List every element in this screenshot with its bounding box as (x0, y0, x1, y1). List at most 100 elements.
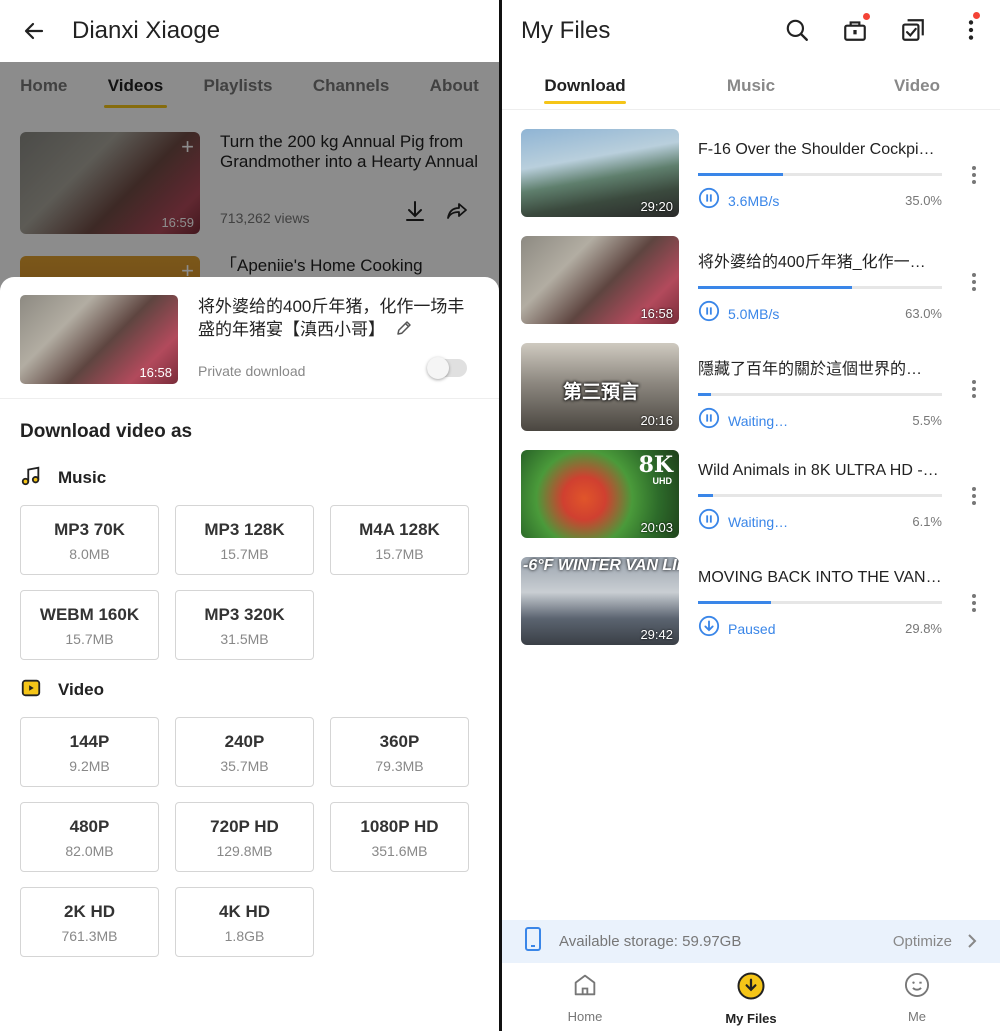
format-option-240p[interactable]: 240P 35.7MB (175, 717, 314, 787)
tab-video[interactable]: Video (834, 76, 1000, 96)
split-divider (499, 0, 502, 1031)
video-thumbnail: 16:58 (20, 295, 178, 384)
thumbnail-subtext: UHD (652, 476, 673, 486)
edit-pencil-icon[interactable] (395, 319, 413, 343)
format-option-360p[interactable]: 360P 79.3MB (330, 717, 469, 787)
nav-my-files-label: My Files (725, 1011, 777, 1026)
download-item[interactable]: 8K UHD 20:03 Wild Animals in 8K ULTRA HD… (502, 450, 1000, 557)
download-item[interactable]: 第三預言 20:16 隱藏了百年的關於這個世界的… Waiting… 5.5% (502, 343, 1000, 450)
item-more-icon[interactable] (966, 591, 982, 615)
download-title: Wild Animals in 8K ULTRA HD -… (698, 462, 939, 479)
format-option-480p[interactable]: 480P 82.0MB (20, 802, 159, 872)
format-size: 31.5MB (220, 631, 269, 647)
tab-music[interactable]: Music (668, 76, 834, 96)
progress-fill (698, 393, 712, 396)
format-size: 9.2MB (69, 758, 110, 774)
pause-icon[interactable] (698, 187, 720, 214)
video-duration: 29:42 (640, 627, 673, 642)
format-size: 8.0MB (69, 546, 110, 562)
download-percent: 29.8% (905, 621, 942, 636)
format-name: MP3 70K (54, 520, 125, 539)
chevron-right-icon[interactable] (966, 933, 978, 954)
format-option-144p[interactable]: 144P 9.2MB (20, 717, 159, 787)
video-duration: 16:58 (640, 306, 673, 321)
nav-me-label: Me (907, 1009, 927, 1024)
resume-download-icon[interactable] (698, 615, 720, 642)
private-folder-icon[interactable] (826, 13, 884, 46)
download-item[interactable]: 29:20 F-16 Over the Shoulder Cockpi… 3.6… (502, 129, 1000, 236)
download-progress-bar (698, 393, 942, 396)
format-option-2k-hd[interactable]: 2K HD 761.3MB (20, 887, 159, 957)
home-icon (571, 971, 599, 1004)
video-options: 144P 9.2MB 240P 35.7MB 360P 79.3MB 480P 82.0… (0, 717, 499, 957)
storage-bar[interactable]: Available storage: 59.97GB Optimize (502, 920, 1000, 963)
format-size: 1.8GB (224, 928, 265, 944)
download-status: Waiting… (728, 513, 789, 530)
download-progress-bar (698, 601, 942, 604)
video-thumbnail[interactable]: 8K UHD 20:03 (521, 450, 679, 538)
download-title: F-16 Over the Shoulder Cockpi… (698, 141, 935, 158)
download-list: 29:20 F-16 Over the Shoulder Cockpi… 3.6… (502, 110, 1000, 664)
format-option-webm-160k[interactable]: WEBM 160K 15.7MB (20, 590, 159, 660)
optimize-link[interactable]: Optimize (893, 933, 952, 950)
channel-title: Dianxi Xiaoge (72, 17, 221, 44)
thumbnail-text: -6°F WINTER VAN LIFE (523, 557, 679, 574)
pause-icon[interactable] (698, 407, 720, 434)
download-item[interactable]: 16:58 将外婆给的400斤年猪_化作一… 5.0MB/s 63.0% (502, 236, 1000, 343)
item-more-icon[interactable] (966, 377, 982, 401)
download-percent: 6.1% (912, 514, 942, 529)
thumbnail-text: 第三預言 (563, 382, 640, 403)
nav-me[interactable]: Me (834, 963, 1000, 1031)
item-more-icon[interactable] (966, 270, 982, 294)
download-circle-icon (736, 971, 766, 1006)
search-icon[interactable] (768, 14, 826, 46)
video-category: Video (0, 675, 499, 705)
format-size: 15.7MB (375, 546, 424, 562)
tab-download[interactable]: Download (502, 76, 668, 96)
available-storage-text: Available storage: 59.97GB (559, 933, 742, 950)
format-size: 15.7MB (65, 631, 114, 647)
pause-icon[interactable] (698, 508, 720, 535)
format-option-mp3-70k[interactable]: MP3 70K 8.0MB (20, 505, 159, 575)
progress-fill (698, 601, 771, 604)
format-option-mp3-128k[interactable]: MP3 128K 15.7MB (175, 505, 314, 575)
screen: Dianxi Xiaoge Home Videos Playlists Chan… (0, 0, 1000, 1031)
select-all-icon[interactable] (884, 14, 942, 46)
item-more-icon[interactable] (966, 484, 982, 508)
download-progress-bar (698, 286, 942, 289)
video-thumbnail[interactable]: -6°F WINTER VAN LIFE 29:42 (521, 557, 679, 645)
nav-home[interactable]: Home (502, 963, 668, 1031)
toggle-knob (427, 357, 449, 379)
back-arrow-icon[interactable] (20, 17, 48, 45)
download-item[interactable]: -6°F WINTER VAN LIFE 29:42 MOVING BACK I… (502, 557, 1000, 664)
format-size: 82.0MB (65, 843, 114, 859)
download-progress-bar (698, 173, 942, 176)
item-more-icon[interactable] (966, 163, 982, 187)
format-option-1080p-hd[interactable]: 1080P HD 351.6MB (330, 802, 469, 872)
format-option-mp3-320k[interactable]: MP3 320K 31.5MB (175, 590, 314, 660)
format-size: 15.7MB (220, 546, 269, 562)
video-thumbnail[interactable]: 第三預言 20:16 (521, 343, 679, 431)
private-download-toggle[interactable] (427, 357, 467, 379)
video-thumbnail[interactable]: 29:20 (521, 129, 679, 217)
notification-dot (973, 12, 980, 19)
download-status: Paused (728, 620, 776, 637)
format-size: 35.7MB (220, 758, 269, 774)
format-option-m4a-128k[interactable]: M4A 128K 15.7MB (330, 505, 469, 575)
video-duration: 20:03 (640, 520, 673, 535)
phone-storage-icon (523, 927, 543, 956)
format-name: 240P (224, 732, 265, 751)
format-name: MP3 128K (204, 520, 285, 539)
video-thumbnail[interactable]: 16:58 (521, 236, 679, 324)
format-option-720p-hd[interactable]: 720P HD 129.8MB (175, 802, 314, 872)
more-vertical-icon[interactable] (942, 12, 1000, 46)
sheet-video-header: 16:58 将外婆给的400斤年猪，化作一场丰盛的年猪宴【滇西小哥】 Priva… (0, 277, 499, 399)
format-option-4k-hd[interactable]: 4K HD 1.8GB (175, 887, 314, 957)
download-title: 将外婆给的400斤年猪_化作一… (698, 254, 926, 271)
smiley-icon (903, 971, 931, 1004)
format-name: 480P (69, 817, 110, 836)
pause-icon[interactable] (698, 300, 720, 327)
video-label: Video (58, 680, 104, 699)
progress-fill (698, 286, 852, 289)
nav-my-files[interactable]: My Files (668, 963, 834, 1031)
